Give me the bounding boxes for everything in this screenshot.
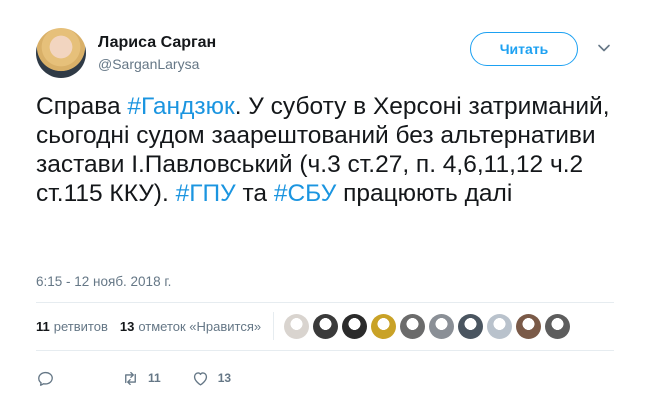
likes-label: отметок «Нравится» — [138, 318, 262, 334]
tweet-text: Справа #Гандзюк. У суботу в Херсоні затр… — [36, 92, 626, 208]
hashtag-link[interactable]: #Гандзюк — [127, 93, 234, 120]
retweet-button[interactable]: 11 — [121, 369, 161, 388]
reply-button[interactable] — [36, 369, 55, 388]
tweet-actions: 11 13 — [36, 366, 231, 390]
liker-avatar[interactable] — [313, 313, 339, 339]
liker-avatar[interactable] — [487, 313, 513, 339]
liker-avatars — [284, 313, 574, 339]
retweets-label: ретвитов — [53, 318, 108, 334]
retweet-icon — [125, 371, 136, 385]
like-button[interactable]: 13 — [191, 369, 231, 388]
likes-count: 13 — [119, 318, 135, 334]
tweet-text-part: працюють далі — [336, 180, 513, 207]
likes-stat[interactable]: 13 отметок «Нравится» — [120, 319, 261, 334]
tweet-text-part: та — [235, 180, 274, 207]
retweets-stat[interactable]: 11 ретвитов — [36, 319, 108, 334]
reply-icon — [38, 371, 53, 386]
tweet-stats: 11 ретвитов 13 отметок «Нравится» — [36, 302, 614, 350]
retweets-count: 11 — [36, 318, 50, 334]
divider — [36, 350, 614, 351]
author-name[interactable]: Лариса Сарган — [98, 34, 216, 52]
tweet-timestamp[interactable]: 6:15 - 12 нояб. 2018 г. — [36, 274, 171, 289]
tweet-header: Лариса Сарган @SarganLarysa Читать — [36, 28, 616, 82]
stats-separator — [273, 312, 275, 340]
liker-avatar[interactable] — [400, 313, 426, 339]
liker-avatar[interactable] — [371, 313, 397, 339]
author-handle[interactable]: @SarganLarysa — [98, 56, 199, 72]
heart-icon — [193, 371, 207, 386]
follow-button[interactable]: Читать — [470, 32, 578, 66]
liker-avatar[interactable] — [342, 313, 368, 339]
hashtag-link[interactable]: #СБУ — [274, 180, 336, 207]
liker-avatar[interactable] — [429, 313, 455, 339]
liker-avatar[interactable] — [516, 313, 542, 339]
liker-avatar[interactable] — [284, 313, 310, 339]
like-count: 13 — [217, 371, 232, 385]
tweet-text-part: Справа — [36, 93, 128, 120]
liker-avatar[interactable] — [458, 313, 484, 339]
chevron-down-icon[interactable] — [596, 40, 612, 56]
author-avatar[interactable] — [36, 28, 86, 78]
hashtag-link[interactable]: #ГПУ — [176, 180, 236, 207]
liker-avatar[interactable] — [545, 313, 571, 339]
retweet-count: 11 — [148, 371, 161, 385]
